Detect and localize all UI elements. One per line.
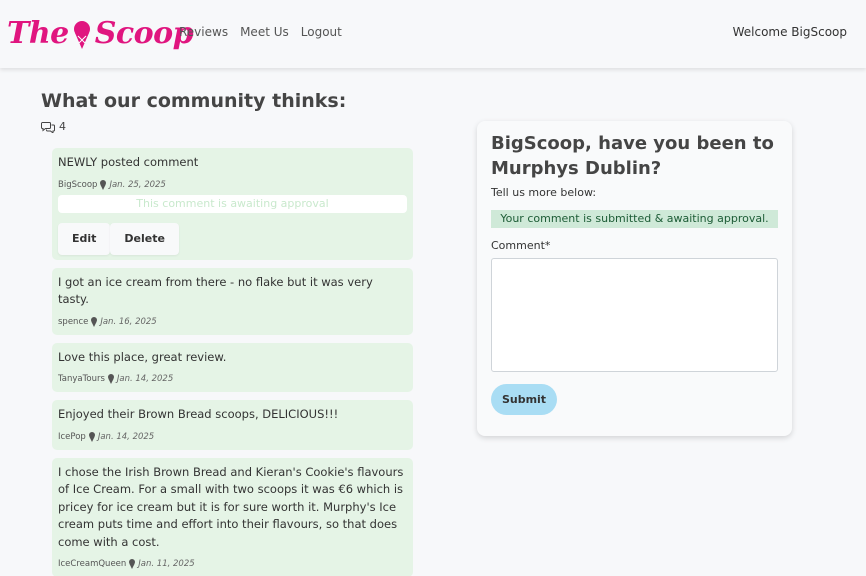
comment-list: NEWLY posted comment BigScoop Jan. 25, 2… bbox=[52, 148, 413, 576]
comment-actions: Edit Delete bbox=[58, 222, 407, 255]
form-question: BigScoop, have you been to Murphys Dubli… bbox=[491, 133, 774, 179]
submit-button[interactable]: Submit bbox=[491, 384, 557, 415]
comment-count-value: 4 bbox=[59, 120, 66, 133]
community-title: What our community thinks: bbox=[41, 90, 347, 112]
nav-link-logout[interactable]: Logout bbox=[301, 25, 342, 39]
nav-link-reviews[interactable]: Reviews bbox=[179, 25, 228, 39]
welcome-text: Welcome BigScoop bbox=[732, 25, 847, 39]
comment-author: IcePop bbox=[58, 431, 86, 442]
comment-body: Enjoyed their Brown Bread scoops, DELICI… bbox=[58, 407, 339, 421]
ice-cream-icon bbox=[107, 374, 114, 384]
awaiting-approval-notice: This comment is awaiting approval bbox=[58, 194, 407, 213]
comment-item: I got an ice cream from there - no flake… bbox=[52, 267, 413, 335]
comment-author: BigScoop bbox=[58, 179, 98, 190]
comment-textarea[interactable] bbox=[491, 258, 778, 372]
brand-text-the: The bbox=[7, 15, 69, 51]
comment-date: Jan. 14, 2025 bbox=[116, 374, 174, 384]
ice-cream-icon bbox=[91, 316, 98, 327]
nav-links: Reviews Meet Us Logout bbox=[179, 25, 342, 39]
comment-author: spence bbox=[58, 316, 89, 327]
comment-meta: BigScoop Jan. 25, 2025 bbox=[58, 179, 407, 190]
success-alert: Your comment is submitted & awaiting app… bbox=[491, 210, 778, 228]
comment-date: Jan. 16, 2025 bbox=[100, 316, 157, 327]
brand-logo[interactable]: The Scoop bbox=[7, 10, 194, 56]
delete-button[interactable]: Delete bbox=[110, 222, 179, 255]
navbar: The Scoop Reviews Meet Us Logout Welcome… bbox=[0, 0, 866, 68]
comment-meta: spence Jan. 16, 2025 bbox=[58, 316, 407, 327]
nav-link-meet-us[interactable]: Meet Us bbox=[240, 25, 289, 39]
form-subtitle: Tell us more below: bbox=[491, 186, 597, 199]
comment-meta: IcePop Jan. 14, 2025 bbox=[58, 431, 407, 442]
ice-cream-icon bbox=[88, 431, 95, 442]
comment-meta: IceCreamQueen Jan. 11, 2025 bbox=[58, 559, 407, 569]
comment-item: Enjoyed their Brown Bread scoops, DELICI… bbox=[52, 400, 413, 450]
comment-item: NEWLY posted comment BigScoop Jan. 25, 2… bbox=[52, 148, 413, 260]
comment-date: Jan. 25, 2025 bbox=[109, 179, 166, 190]
comments-icon bbox=[41, 121, 55, 133]
ice-cream-icon bbox=[100, 179, 107, 190]
comment-item: I chose the Irish Brown Bread and Kieran… bbox=[52, 457, 413, 576]
comment-meta: TanyaTours Jan. 14, 2025 bbox=[58, 374, 407, 384]
comment-body: NEWLY posted comment bbox=[58, 155, 199, 169]
comment-body: I got an ice cream from there - no flake… bbox=[58, 274, 373, 307]
comment-body: Love this place, great review. bbox=[58, 349, 227, 364]
comment-date: Jan. 14, 2025 bbox=[97, 431, 155, 442]
comment-form-card: BigScoop, have you been to Murphys Dubli… bbox=[477, 121, 792, 436]
comment-item: Love this place, great review. TanyaTour… bbox=[52, 342, 413, 392]
ice-cream-icon bbox=[129, 559, 136, 569]
comment-count: 4 bbox=[41, 120, 66, 133]
ice-cream-logo-icon bbox=[73, 21, 90, 49]
edit-button[interactable]: Edit bbox=[58, 222, 111, 255]
comment-author: TanyaTours bbox=[58, 374, 105, 384]
comment-label: Comment* bbox=[491, 239, 551, 252]
comment-body: I chose the Irish Brown Bread and Kieran… bbox=[58, 464, 404, 549]
comment-date: Jan. 11, 2025 bbox=[138, 559, 195, 569]
comment-author: IceCreamQueen bbox=[58, 559, 127, 569]
